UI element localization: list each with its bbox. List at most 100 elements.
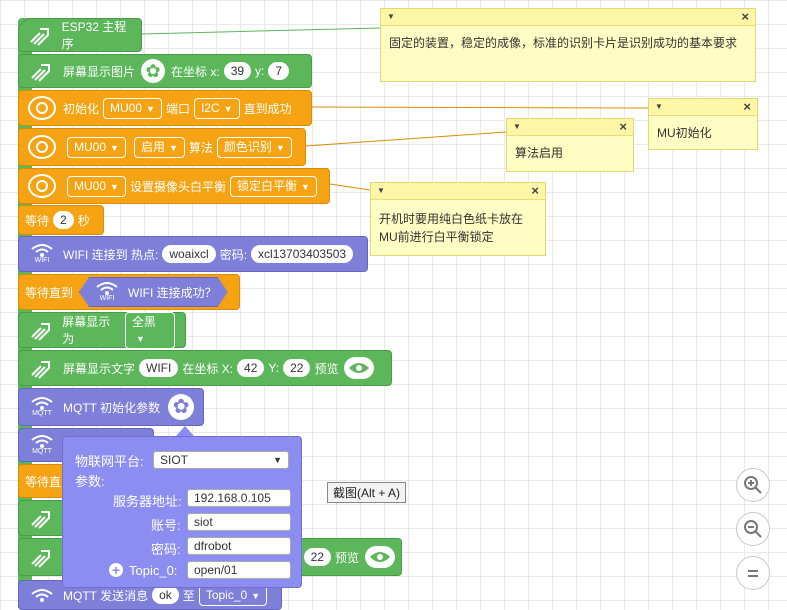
mqtt-init-label: MQTT 初始化参数 <box>63 400 161 415</box>
mu-select[interactable]: MU00 ▼ <box>67 175 126 197</box>
mqtt-icon-text: MQTT <box>32 410 52 417</box>
main-program-block[interactable]: ESP32 主程序 <box>18 18 142 52</box>
caret-icon: ▼ <box>168 142 178 153</box>
x-input[interactable]: 39 <box>223 62 252 80</box>
note-text[interactable]: 开机时要用纯白色纸卡放在MU前进行白平衡锁定 <box>371 200 545 254</box>
caret-icon: ▼ <box>275 142 285 153</box>
comment-note-3[interactable]: ▼ × 算法启用 <box>506 118 634 172</box>
comment-note-2[interactable]: ▼ × MU初始化 <box>648 98 758 150</box>
white-balance-block[interactable]: MU00 ▼ 设置摄像头白平衡 锁定白平衡 ▼ <box>18 168 330 204</box>
mqtt-init-block[interactable]: MQTT MQTT 初始化参数 ✿ <box>18 388 204 426</box>
password-label: 密码: <box>151 542 181 557</box>
mqtt-icon: MQTT <box>25 394 59 420</box>
y-input[interactable]: 22 <box>303 548 331 566</box>
wifi-connect-block[interactable]: WIFI WIFI 连接到 热点: woaixcl 密码: xcl1370340… <box>18 236 368 272</box>
wait-seconds-input[interactable]: 2 <box>53 211 74 229</box>
caret-icon: ▼ <box>110 142 119 153</box>
zoom-out-button[interactable] <box>736 512 770 546</box>
comment-note-4[interactable]: ▼ × 开机时要用纯白色纸卡放在MU前进行白平衡锁定 <box>370 182 546 256</box>
collapse-icon[interactable]: ▼ <box>513 122 521 131</box>
collapse-icon[interactable]: ▼ <box>655 102 663 111</box>
zoom-in-button[interactable] <box>736 468 770 502</box>
account-label: 账号: <box>151 518 181 533</box>
message-input[interactable]: ok <box>152 586 179 604</box>
settings-gear-icon[interactable]: ✿ <box>168 394 195 420</box>
platform-value: SIOT <box>160 453 189 467</box>
eye-icon[interactable] <box>344 357 375 379</box>
zoom-reset-button[interactable] <box>736 556 770 590</box>
wait-until-label: 等待直到 <box>25 285 74 300</box>
mu-select[interactable]: MU00 ▼ <box>67 136 126 158</box>
note-header: ▼ × <box>371 183 545 200</box>
algo-label: 算法 <box>188 140 213 155</box>
topic-select-value: Topic_0 <box>205 587 248 602</box>
display-text-input[interactable]: WIFI <box>139 359 179 377</box>
y-input[interactable]: 22 <box>283 359 311 377</box>
wifi-condition-block[interactable]: WIFI WIFI 连接成功？ <box>79 277 228 307</box>
note-text[interactable]: MU初始化 <box>649 116 757 151</box>
screen-text-block[interactable]: 屏幕显示文字 WIFI 在坐标 X: 42 Y: 22 预览 <box>18 350 392 386</box>
algo-select[interactable]: 颜色识别 ▼ <box>216 136 292 158</box>
caret-icon: ▼ <box>146 103 155 114</box>
wifi-password-input[interactable]: xcl13703403503 <box>251 245 354 263</box>
eye-icon[interactable] <box>365 546 395 568</box>
wifi-icon: WIFI <box>90 279 124 305</box>
image-picker-icon[interactable]: ✿ <box>141 59 166 83</box>
wifi-label: WIFI 连接到 热点: <box>63 247 159 262</box>
account-input[interactable]: siot <box>187 513 291 531</box>
y-label: y: <box>255 64 265 78</box>
caret-icon: ▼ <box>251 590 261 601</box>
algorithm-enable-block[interactable]: MU00 ▼ 启用 ▼ 算法 颜色识别 ▼ <box>18 128 306 166</box>
mqtt-icon: MQTT <box>25 432 59 458</box>
port-select[interactable]: I2C ▼ <box>193 97 240 119</box>
close-icon[interactable]: × <box>743 99 751 114</box>
wait-block[interactable]: 等待 2 秒 <box>18 205 104 235</box>
preview-label: 预览 <box>334 550 359 565</box>
wifi-icon-text: WIFI <box>99 295 115 302</box>
wait-partial-label: 等待直 <box>25 474 62 489</box>
wb-mode-value: 锁定白平衡 <box>236 178 297 193</box>
action-select[interactable]: 启用 ▼ <box>133 136 185 158</box>
screen-fill-block[interactable]: 屏幕显示为 全黑 ▼ <box>18 311 186 349</box>
topic-input[interactable]: open/01 <box>187 561 291 579</box>
mu-select-value: MU00 <box>74 178 107 193</box>
comment-note-1[interactable]: ▼ × 固定的装置，稳定的成像，标准的识别卡片是识别成功的基本要求 <box>380 8 756 82</box>
dropdown-arrow-icon: ▼ <box>273 455 282 465</box>
main-program-label: ESP32 主程序 <box>61 20 127 51</box>
note-header: ▼ × <box>649 99 757 116</box>
show-image-label: 屏幕显示图片 <box>63 64 136 79</box>
show-image-block[interactable]: 屏幕显示图片 ✿ 在坐标 x: 39 y: 7 <box>18 54 312 88</box>
mqtt-password-input[interactable]: dfrobot <box>187 537 291 555</box>
close-icon[interactable]: × <box>741 9 749 24</box>
wait-until-block[interactable]: 等待直到 WIFI WIFI 连接成功？ <box>18 274 240 310</box>
tooltip-text: 截图(Alt + A) <box>333 486 401 500</box>
port-label: 端口 <box>165 101 190 116</box>
mu-sensor-icon <box>25 95 59 121</box>
screen-text-label: 屏幕显示文字 <box>63 361 136 376</box>
note-text[interactable]: 固定的装置，稳定的成像，标准的识别卡片是识别成功的基本要求 <box>381 26 755 61</box>
collapse-icon[interactable]: ▼ <box>377 186 385 195</box>
add-topic-icon[interactable]: + <box>109 563 123 577</box>
mu-select[interactable]: MU00 ▼ <box>103 97 162 119</box>
mu-init-block[interactable]: 初始化 MU00 ▼ 端口 I2C ▼ 直到成功 <box>18 90 312 126</box>
zoom-out-icon <box>744 520 762 538</box>
mqtt-icon <box>25 582 59 608</box>
ssid-input[interactable]: woaixcl <box>162 245 216 263</box>
x-input[interactable]: 42 <box>237 359 265 377</box>
wb-mode-select[interactable]: 锁定白平衡 ▼ <box>229 175 317 197</box>
collapse-icon[interactable]: ▼ <box>387 12 395 21</box>
y-input[interactable]: 7 <box>268 62 290 80</box>
seconds-label: 秒 <box>77 213 90 228</box>
server-input[interactable]: 192.168.0.105 <box>187 489 291 507</box>
coord-label: 在坐标 x: <box>171 64 220 79</box>
screen-fill-label: 屏幕显示为 <box>62 315 111 346</box>
note-text[interactable]: 算法启用 <box>507 136 633 171</box>
platform-select[interactable]: SIOT ▼ <box>153 451 289 469</box>
fill-select[interactable]: 全黑 ▼ <box>124 311 175 349</box>
mu-sensor-icon <box>25 173 59 199</box>
close-icon[interactable]: × <box>619 119 627 134</box>
topic-label: Topic_0: <box>129 563 178 578</box>
close-icon[interactable]: × <box>531 183 539 198</box>
mqtt-icon-text: MQTT <box>32 448 52 455</box>
wifi-icon: WIFI <box>25 241 59 267</box>
